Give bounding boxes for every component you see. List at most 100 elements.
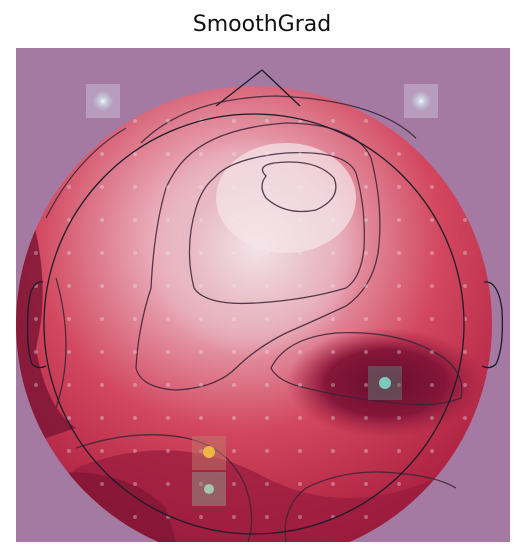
sensor-marker <box>397 317 401 321</box>
sensor-marker <box>67 449 71 453</box>
sensor-marker <box>265 251 269 255</box>
sensor-marker <box>298 449 302 453</box>
hot-spot-marker <box>379 377 391 389</box>
sensor-marker <box>199 416 203 420</box>
sensor-marker <box>199 251 203 255</box>
sensor-marker <box>67 383 71 387</box>
sensor-marker <box>463 218 467 222</box>
sensor-marker <box>67 185 71 189</box>
sensor-marker <box>166 251 170 255</box>
sensor-marker <box>298 185 302 189</box>
sensor-marker <box>265 350 269 354</box>
sensor-marker <box>34 350 38 354</box>
sensor-marker <box>265 185 269 189</box>
sensor-marker <box>331 449 335 453</box>
sensor-marker <box>463 383 467 387</box>
sensor-marker <box>298 416 302 420</box>
sensor-marker <box>133 515 137 519</box>
sensor-marker <box>100 284 104 288</box>
sensor-marker <box>364 515 368 519</box>
sensor-marker <box>100 350 104 354</box>
sensor-marker <box>463 350 467 354</box>
sensor-marker <box>232 515 236 519</box>
sensor-marker <box>232 218 236 222</box>
sensor-marker <box>331 218 335 222</box>
sensor-marker <box>100 152 104 156</box>
sensor-marker <box>166 317 170 321</box>
hot-spot-marker <box>203 446 215 458</box>
sensor-marker <box>199 185 203 189</box>
sensor-marker <box>100 317 104 321</box>
sensor-marker <box>166 119 170 123</box>
sensor-marker <box>166 482 170 486</box>
sensor-marker <box>199 383 203 387</box>
sensor-marker <box>232 251 236 255</box>
sensor-marker <box>265 284 269 288</box>
sensor-marker <box>331 383 335 387</box>
sensor-marker <box>133 383 137 387</box>
sensor-marker <box>265 416 269 420</box>
sensor-marker <box>232 284 236 288</box>
sensor-marker <box>265 317 269 321</box>
sensor-marker <box>133 317 137 321</box>
sensor-marker <box>232 152 236 156</box>
sensor-marker <box>199 284 203 288</box>
sensor-marker <box>232 416 236 420</box>
sensor-marker <box>100 185 104 189</box>
sensor-marker <box>166 416 170 420</box>
sensor-marker <box>166 284 170 288</box>
hot-spot-marker <box>204 484 214 494</box>
sensor-marker <box>265 449 269 453</box>
sensor-marker <box>397 449 401 453</box>
sensor-marker <box>397 152 401 156</box>
sensor-marker <box>100 251 104 255</box>
sensor-marker <box>430 449 434 453</box>
sensor-marker <box>100 482 104 486</box>
sensor-marker <box>331 317 335 321</box>
sensor-marker <box>430 383 434 387</box>
sensor-marker <box>364 284 368 288</box>
sensor-marker <box>397 185 401 189</box>
sensor-marker <box>265 119 269 123</box>
sensor-marker <box>67 251 71 255</box>
sensor-marker <box>34 383 38 387</box>
sensor-marker <box>430 317 434 321</box>
sensor-marker <box>199 152 203 156</box>
sensor-marker <box>166 383 170 387</box>
sensor-marker <box>331 350 335 354</box>
sensor-marker <box>397 416 401 420</box>
sensor-marker <box>364 218 368 222</box>
sensor-marker <box>331 416 335 420</box>
plot-title: SmoothGrad <box>192 12 332 37</box>
sensor-marker <box>331 152 335 156</box>
sensor-marker <box>298 383 302 387</box>
sensor-marker <box>298 218 302 222</box>
sensor-marker <box>397 482 401 486</box>
sensor-marker <box>199 350 203 354</box>
sensor-marker <box>430 251 434 255</box>
sensor-marker <box>265 515 269 519</box>
sensor-marker <box>199 515 203 519</box>
sensor-marker <box>430 218 434 222</box>
sensor-marker <box>331 119 335 123</box>
sensor-marker <box>232 383 236 387</box>
sensor-marker <box>430 185 434 189</box>
sensor-marker <box>133 482 137 486</box>
sensor-marker <box>232 317 236 321</box>
sensor-marker <box>199 317 203 321</box>
sensor-marker <box>364 185 368 189</box>
sensor-marker <box>463 284 467 288</box>
sensor-marker <box>133 350 137 354</box>
hot-spot-marker <box>93 91 113 111</box>
sensor-marker <box>100 449 104 453</box>
sensor-marker <box>463 416 467 420</box>
sensor-marker <box>364 449 368 453</box>
sensor-marker <box>331 482 335 486</box>
sensor-marker <box>298 350 302 354</box>
sensor-marker <box>364 119 368 123</box>
sensor-marker <box>298 284 302 288</box>
sensor-marker <box>298 482 302 486</box>
sensor-marker <box>298 152 302 156</box>
hot-spot-marker <box>411 91 431 111</box>
sensor-marker <box>133 119 137 123</box>
